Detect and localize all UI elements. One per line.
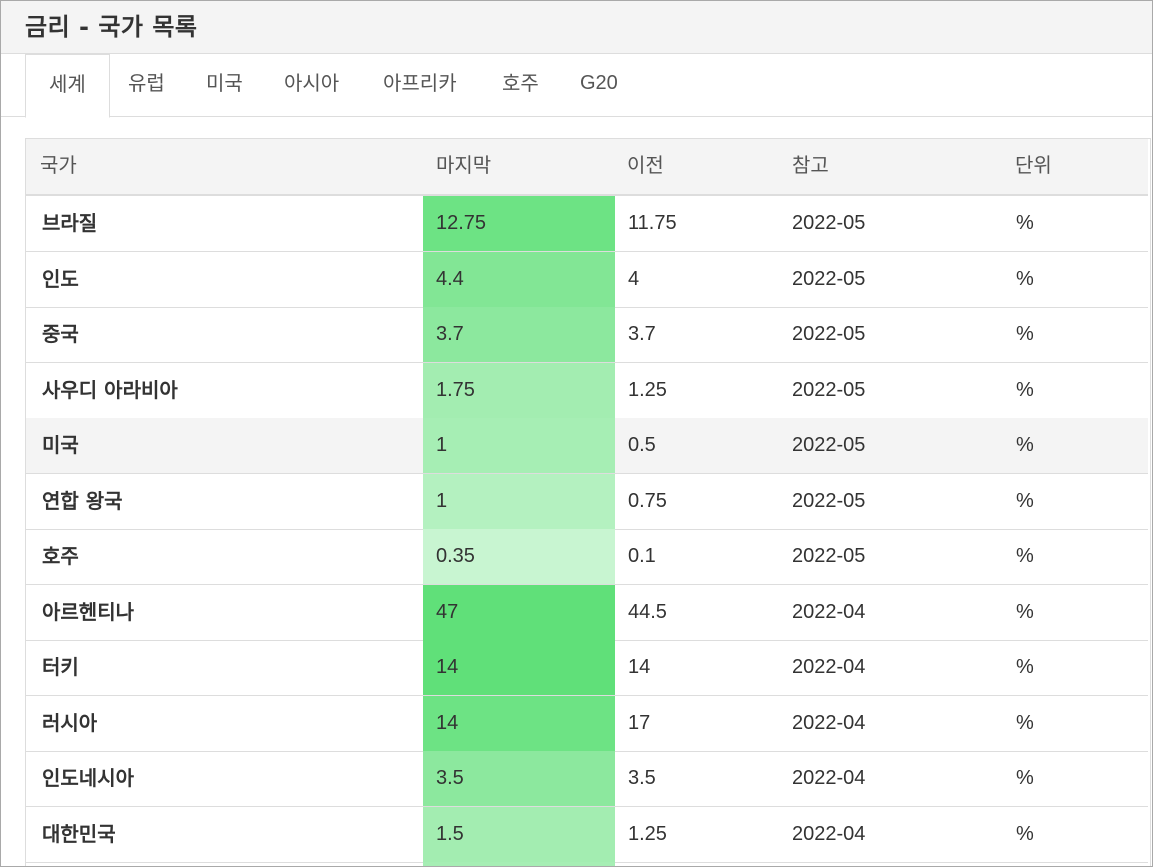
previous-value-cell: 14 xyxy=(628,656,651,678)
country-cell[interactable]: 브라질 xyxy=(42,196,97,251)
country-cell[interactable]: 연합 왕국 xyxy=(42,474,123,529)
unit-cell: % xyxy=(1016,378,1034,401)
last-value-cell: 47 xyxy=(436,600,459,623)
last-value-cell: 14 xyxy=(436,656,459,678)
country-cell[interactable]: 사우디 아라비아 xyxy=(42,363,178,418)
country-cell[interactable]: 미국 xyxy=(42,418,79,473)
unit-cell: % xyxy=(1016,822,1034,845)
table-header: 국가 마지막 이전 참고 단위 xyxy=(26,139,1148,196)
country-cell[interactable]: 중국 xyxy=(42,307,79,362)
last-value-cell: 4.4 xyxy=(436,267,464,290)
last-value-cell: 0.35 xyxy=(436,545,475,567)
tab-g20[interactable]: G20 xyxy=(578,54,620,116)
heat-cell xyxy=(423,418,615,473)
country-cell[interactable]: 터키 xyxy=(42,640,79,695)
unit-cell: % xyxy=(1016,489,1034,512)
last-value-cell: 1.75 xyxy=(436,378,475,401)
reference-date-cell: 2022-04 xyxy=(792,600,866,623)
reference-date-cell: 2022-05 xyxy=(792,434,866,456)
reference-date-cell: 2022-05 xyxy=(792,378,866,401)
unit-cell: % xyxy=(1016,434,1034,456)
country-cell[interactable]: 호주 xyxy=(42,529,79,584)
tab-australia[interactable]: 호주 xyxy=(500,54,541,116)
last-value-cell: 1.5 xyxy=(436,822,464,845)
table-row[interactable]: 터키 14 14 2022-04% xyxy=(26,640,1148,696)
previous-value-cell: 3.7 xyxy=(628,323,656,345)
unit-cell: % xyxy=(1016,545,1034,567)
reference-date-cell: 2022-04 xyxy=(792,656,866,678)
reference-date-cell: 2022-05 xyxy=(792,489,866,512)
table-row[interactable]: 중국 3.7 3.7 2022-05% xyxy=(26,307,1148,363)
last-value-cell: 1 xyxy=(436,489,448,512)
country-cell[interactable]: 러시아 xyxy=(42,696,97,751)
country-cell[interactable]: 인도 xyxy=(42,252,79,307)
region-tabs: 세계 유럽 미국 아시아 아프리카 호주 G20 xyxy=(1,54,1152,118)
page-title: 금리 - 국가 목록 xyxy=(25,13,198,41)
unit-cell: % xyxy=(1016,212,1034,234)
unit-cell: % xyxy=(1016,267,1034,290)
previous-value-cell: 11.75 xyxy=(628,212,677,234)
reference-date-cell: 2022-05 xyxy=(792,323,866,345)
country-cell[interactable]: 대한민국 xyxy=(42,807,116,862)
app-window: 금리 - 국가 목록 세계 유럽 미국 아시아 아프리카 호주 G20 국가 마… xyxy=(0,0,1153,867)
table-row[interactable]: 아르헨티나 47 44.5 2022-04% xyxy=(26,584,1148,641)
tab-europe[interactable]: 유럽 xyxy=(126,54,167,116)
tab-usa[interactable]: 미국 xyxy=(204,54,245,116)
last-value-cell: 12.75 xyxy=(436,212,487,234)
tab-asia[interactable]: 아시아 xyxy=(282,54,341,116)
previous-value-cell: 1.25 xyxy=(628,822,667,845)
table-row[interactable]: 호주 0.35 0.1 2022-05% xyxy=(26,529,1148,585)
rates-table: 국가 마지막 이전 참고 단위 브라질 12.75 11.75 2022-05% 인도 4… xyxy=(25,138,1151,866)
reference-date-cell: 2022-04 xyxy=(792,822,866,845)
previous-value-cell: 17 xyxy=(628,711,651,734)
table-row[interactable]: 브라질 12.75 11.75 2022-05% xyxy=(26,196,1148,252)
country-cell[interactable]: 아르헨티나 xyxy=(42,585,134,640)
previous-value-cell: 0.5 xyxy=(628,434,656,456)
unit-cell: % xyxy=(1016,656,1034,678)
header-unit[interactable]: 단위 xyxy=(1015,139,1052,194)
reference-date-cell: 2022-05 xyxy=(792,267,866,290)
previous-value-cell: 4 xyxy=(628,267,640,290)
tab-africa[interactable]: 아프리카 xyxy=(381,54,459,116)
header-previous[interactable]: 이전 xyxy=(627,139,664,194)
table-row[interactable]: 인도 4.4 4 2022-05% xyxy=(26,251,1148,308)
unit-cell: % xyxy=(1016,600,1034,623)
country-cell[interactable]: 인도네시아 xyxy=(42,751,134,806)
table-row[interactable]: 대한민국 1.5 1.25 2022-04% xyxy=(26,806,1148,863)
reference-date-cell: 2022-05 xyxy=(792,212,866,234)
previous-value-cell: 1.25 xyxy=(628,378,667,401)
header-country[interactable]: 국가 xyxy=(40,139,77,194)
previous-value-cell: 44.5 xyxy=(628,600,667,623)
unit-cell: % xyxy=(1016,323,1034,345)
last-value-cell: 14 xyxy=(436,711,459,734)
previous-value-cell: 0.1 xyxy=(628,545,656,567)
reference-date-cell: 2022-04 xyxy=(792,711,866,734)
table-row[interactable]: 사우디 아라비아 1.75 1.25 2022-05% xyxy=(26,362,1148,419)
table-row[interactable]: 연합 왕국 1 0.75 2022-05% xyxy=(26,473,1148,530)
reference-date-cell: 2022-05 xyxy=(792,545,866,567)
unit-cell: % xyxy=(1016,767,1034,789)
title-bar: 금리 - 국가 목록 xyxy=(1,1,1152,54)
header-last[interactable]: 마지막 xyxy=(436,139,491,194)
previous-value-cell: 3.5 xyxy=(628,767,656,789)
unit-cell: % xyxy=(1016,711,1034,734)
tab-world[interactable]: 세계 xyxy=(25,54,110,118)
heat-cell xyxy=(423,862,615,866)
heat-cell xyxy=(423,473,615,529)
last-value-cell: 3.7 xyxy=(436,323,464,345)
last-value-cell: 3.5 xyxy=(436,767,464,789)
header-reference[interactable]: 참고 xyxy=(792,139,829,194)
reference-date-cell: 2022-04 xyxy=(792,767,866,789)
table-row[interactable]: 인도네시아 3.5 3.5 2022-04% xyxy=(26,751,1148,807)
table-row[interactable]: 미국 1 0.5 2022-05% xyxy=(26,418,1148,474)
last-value-cell: 1 xyxy=(436,434,448,456)
previous-value-cell: 0.75 xyxy=(628,489,667,512)
table-row[interactable]: 러시아 14 17 2022-04% xyxy=(26,695,1148,752)
